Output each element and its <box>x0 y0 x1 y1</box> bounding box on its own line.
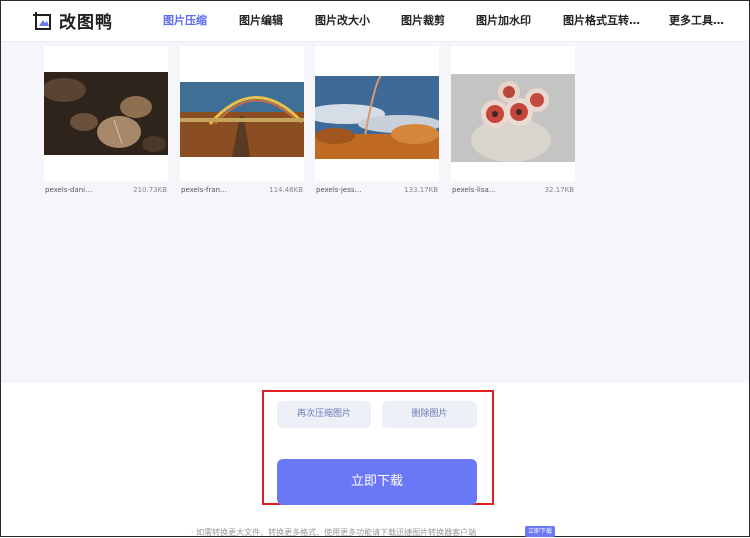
nav-more-tools[interactable]: 更多工具… <box>669 1 724 41</box>
nav-image-edit[interactable]: 图片编辑 <box>239 1 283 41</box>
nav-image-format-convert[interactable]: 图片格式互转… <box>563 1 640 41</box>
file-size: 133.17KB <box>404 186 438 194</box>
image-gallery: pexels-dani… 210.73KB pexels-fran… 114.4… <box>1 42 749 383</box>
file-name: pexels-fran… <box>181 186 228 194</box>
brand-logo[interactable]: 改图鸭 <box>31 8 113 33</box>
file-name: pexels-jess… <box>316 186 362 194</box>
top-nav-bar: 改图鸭 图片压缩 图片编辑 图片改大小 图片裁剪 图片加水印 图片格式互转… 更… <box>1 1 749 42</box>
file-size: 32.17KB <box>544 186 574 194</box>
file-size: 114.48KB <box>269 186 303 194</box>
nav-image-watermark[interactable]: 图片加水印 <box>476 1 531 41</box>
image-thumbnail <box>451 74 575 162</box>
recompress-button[interactable]: 再次压缩图片 <box>277 401 371 428</box>
image-card[interactable]: pexels-dani… 210.73KB <box>44 46 168 194</box>
file-size: 210.73KB <box>133 186 167 194</box>
client-download-note: · 如需转换更大文件、转换更多格式、使用更多功能请下载迅捷图片转换器客户端 <box>191 528 477 537</box>
image-card[interactable]: pexels-jess… 133.17KB <box>315 46 439 194</box>
nav-image-crop[interactable]: 图片裁剪 <box>401 1 445 41</box>
delete-images-button[interactable]: 删除图片 <box>382 401 477 428</box>
image-card[interactable]: pexels-fran… 114.48KB <box>180 46 304 194</box>
nav-image-resize[interactable]: 图片改大小 <box>315 1 370 41</box>
file-name: pexels-lisa… <box>452 186 496 194</box>
image-card[interactable]: pexels-lisa… 32.17KB <box>451 46 575 194</box>
footer-download-button[interactable]: 立即下载 <box>525 526 556 537</box>
image-thumbnail <box>180 82 304 157</box>
brand-name: 改图鸭 <box>59 13 113 33</box>
nav-image-compress[interactable]: 图片压缩 <box>163 1 207 41</box>
logo-icon <box>33 11 51 30</box>
image-thumbnail <box>315 76 439 159</box>
download-now-button[interactable]: 立即下载 <box>277 459 477 505</box>
image-thumbnail <box>44 72 168 155</box>
file-name: pexels-dani… <box>45 186 93 194</box>
